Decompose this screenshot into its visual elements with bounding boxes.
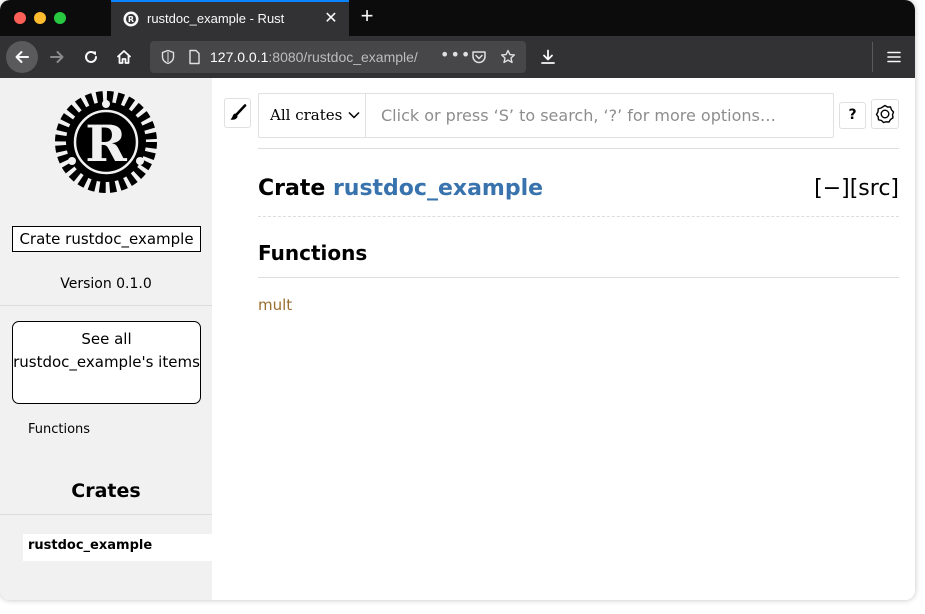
url-path: :8080/rustdoc_example/ [268,49,418,65]
reload-icon [85,50,97,63]
sidebar-divider [0,305,212,306]
svg-text:R: R [128,15,134,24]
forward-button[interactable] [41,41,73,73]
search-divider [258,148,899,149]
see-all-items-button[interactable]: See all rustdoc_example's items [12,321,201,404]
main-content: All crates ? Crate rustdoc_example [−][s… [212,78,915,600]
chevron-down-icon [348,111,360,119]
download-icon [541,49,555,64]
gear-icon [875,104,895,124]
window-minimize-button[interactable] [34,12,46,24]
rust-logo-icon[interactable]: R [52,88,160,196]
back-button[interactable] [6,41,38,73]
crate-filter-value: All crates [270,106,343,124]
sidebar-item-crate[interactable]: rustdoc_example [23,534,212,561]
url-bar[interactable]: 127.0.0.1:8080/rustdoc_example/ ••• [150,41,526,73]
title-bar: R rustdoc_example - Rust ✕ + [0,0,915,36]
page-actions-menu-icon[interactable]: ••• [440,45,471,64]
sidebar-crate-name[interactable]: Crate rustdoc_example [12,226,201,252]
reload-button[interactable] [75,41,107,73]
section-divider [258,277,899,278]
sidebar-item-functions[interactable]: Functions [28,422,90,437]
help-button[interactable]: ? [839,102,866,129]
svg-text:R: R [85,114,127,173]
tab-title: rustdoc_example - Rust [147,11,285,26]
browser-tab[interactable]: R rustdoc_example - Rust ✕ [111,0,349,36]
star-icon[interactable] [500,49,516,65]
functions-heading[interactable]: Functions [258,241,367,265]
forward-arrow-icon [50,51,64,63]
crate-title-link[interactable]: rustdoc_example [333,176,543,201]
navigation-toolbar: 127.0.0.1:8080/rustdoc_example/ ••• [0,36,915,78]
search-input[interactable] [367,94,833,137]
menu-button[interactable] [878,41,910,73]
crates-heading: Crates [71,480,141,502]
shield-icon[interactable] [160,49,176,65]
paintbrush-icon [230,104,246,120]
tab-close-icon[interactable]: ✕ [321,8,341,27]
page-icon[interactable] [186,49,202,65]
home-icon [116,50,132,64]
rust-favicon-icon: R [123,11,139,27]
collapse-source-links[interactable]: [−][src] [814,176,899,201]
url-host: 127.0.0.1 [210,49,269,65]
function-link-mult[interactable]: mult [258,296,292,314]
page-title: Crate rustdoc_example [258,176,543,201]
page-content: R Crate rustdoc_example Version 0.1.0 Se… [0,78,915,600]
title-prefix: Crate [258,176,333,201]
new-tab-button[interactable]: + [355,3,379,29]
settings-button[interactable] [871,99,899,129]
window-maximize-button[interactable] [54,12,66,24]
theme-picker-button[interactable] [224,98,251,128]
pocket-icon[interactable] [471,49,487,65]
search-box: All crates [258,93,834,138]
crate-filter-select[interactable]: All crates [259,94,366,137]
home-button[interactable] [108,41,140,73]
hamburger-menu-icon [887,51,901,63]
crate-version: Version 0.1.0 [60,276,152,292]
title-divider [258,216,899,217]
window-close-button[interactable] [14,12,26,24]
sidebar: R Crate rustdoc_example Version 0.1.0 Se… [0,78,212,600]
back-arrow-icon [15,51,29,63]
downloads-button[interactable] [532,41,564,73]
toolbar-separator [872,42,873,72]
url-text[interactable]: 127.0.0.1:8080/rustdoc_example/ [210,49,432,65]
browser-window: R rustdoc_example - Rust ✕ + 127.0.0.1:8… [0,0,915,600]
sidebar-divider [0,514,212,515]
